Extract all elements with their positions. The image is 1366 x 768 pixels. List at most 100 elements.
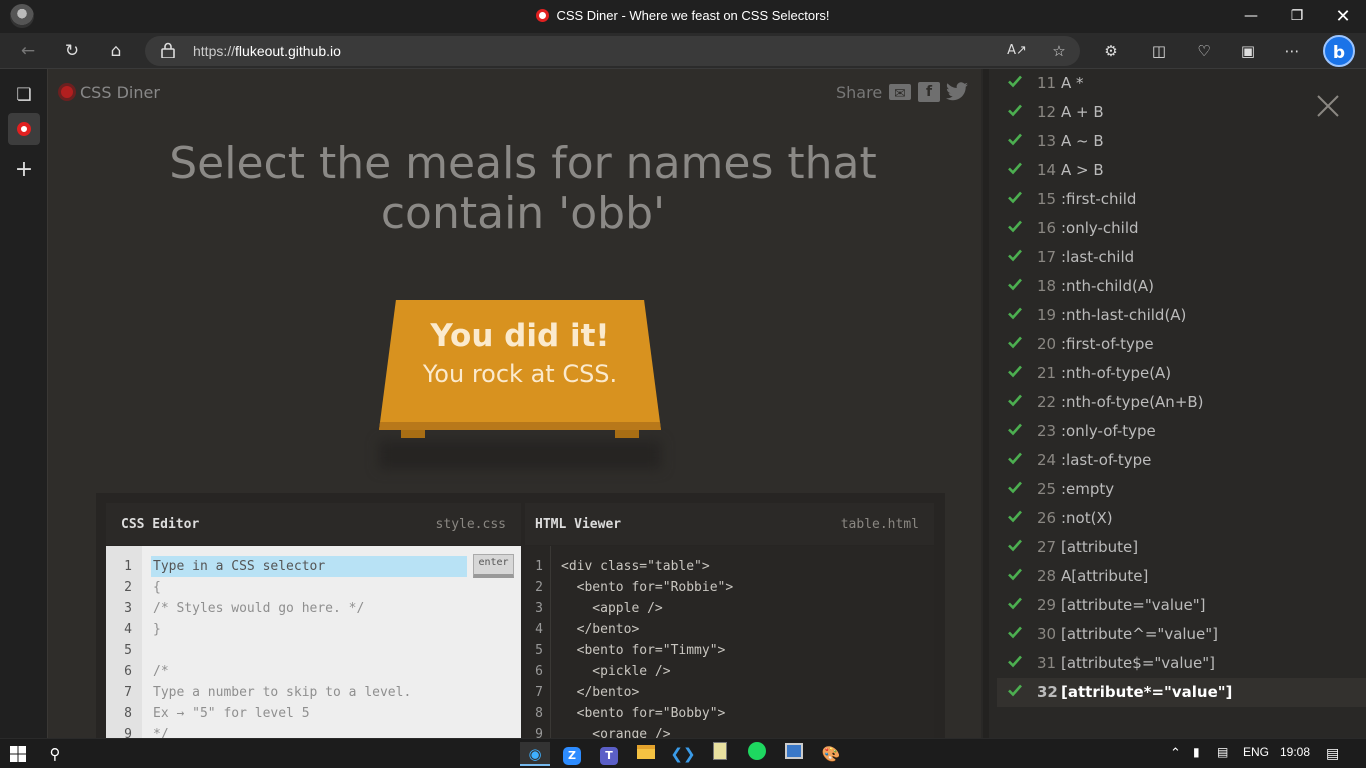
battery-icon[interactable]: ▮ <box>1193 745 1200 759</box>
network-icon[interactable]: ▤ <box>1217 745 1228 759</box>
css-code-line: /* <box>153 664 169 679</box>
vscode-taskbar-icon[interactable]: ❮❯ <box>668 742 698 766</box>
level-item[interactable]: 30 [attribute^="value"] <box>997 620 1366 649</box>
css-code-line: /* Styles would go here. */ <box>153 601 365 616</box>
tab-favicon-icon <box>536 9 550 22</box>
level-number: 23 <box>1037 422 1057 440</box>
new-tab-icon[interactable]: + <box>8 154 40 186</box>
home-icon[interactable]: ⌂ <box>102 37 130 65</box>
file-explorer-taskbar-icon[interactable] <box>631 742 661 766</box>
level-item[interactable]: 18:nth-child(A) <box>997 272 1366 301</box>
windows-start-icon[interactable] <box>10 746 26 762</box>
level-item[interactable]: 22:nth-of-type(An+B) <box>997 388 1366 417</box>
navigation-bar: ← ↻ ⌂ https://flukeout.github.io A↗ ☆ ⚙ … <box>0 33 1366 69</box>
level-item[interactable]: 11 A * <box>997 69 1366 98</box>
facebook-icon[interactable]: f <box>918 82 940 102</box>
html-viewer-header: HTML Viewer table.html <box>525 503 934 545</box>
css-editor-filename: style.css <box>435 517 506 532</box>
level-item[interactable]: 27 [attribute] <box>997 533 1366 562</box>
close-menu-icon[interactable] <box>1316 94 1340 118</box>
level-item[interactable]: 29 [attribute="value"] <box>997 591 1366 620</box>
paint-taskbar-icon[interactable]: 🎨 <box>816 742 846 766</box>
level-number: 25 <box>1037 480 1057 498</box>
search-icon[interactable]: ⚲ <box>40 742 70 766</box>
language-indicator[interactable]: ENG <box>1243 745 1269 759</box>
html-code-line[interactable]: <bento for="Bobby"> <box>561 706 726 721</box>
zoom-taskbar-icon[interactable]: Z <box>557 742 587 766</box>
edge-taskbar-icon[interactable]: ◉ <box>520 742 550 766</box>
minimize-button[interactable]: — <box>1228 0 1274 33</box>
collections-icon[interactable]: ▣ <box>1234 37 1262 65</box>
level-item[interactable]: 17:last-child <box>997 243 1366 272</box>
level-name: [attribute^="value"] <box>1061 625 1219 643</box>
level-item[interactable]: 28 A[attribute] <box>997 562 1366 591</box>
level-item[interactable]: 25:empty <box>997 475 1366 504</box>
refresh-icon[interactable]: ↻ <box>58 37 86 65</box>
level-number: 22 <box>1037 393 1057 411</box>
checkmark-icon <box>1008 626 1022 639</box>
teams-taskbar-icon[interactable]: T <box>594 742 624 766</box>
tab-actions-icon[interactable]: ❏ <box>8 79 40 111</box>
bing-copilot-icon[interactable]: b <box>1323 35 1355 67</box>
clock[interactable]: 19:08 <box>1280 745 1310 759</box>
back-arrow-icon[interactable]: ← <box>14 37 42 65</box>
tab-css-diner[interactable] <box>8 113 40 145</box>
level-name: A[attribute] <box>1061 567 1149 585</box>
level-item[interactable]: 19:nth-last-child(A) <box>997 301 1366 330</box>
level-number: 29 <box>1037 596 1057 614</box>
html-code-line[interactable]: <orange /> <box>561 727 670 738</box>
favorite-star-icon[interactable]: ☆ <box>1045 37 1073 65</box>
css-line-number: 1 <box>124 559 132 574</box>
level-item[interactable]: 26:not(X) <box>997 504 1366 533</box>
level-item[interactable]: 31 [attribute$="value"] <box>997 649 1366 678</box>
level-item[interactable]: 20:first-of-type <box>997 330 1366 359</box>
html-line-number: 8 <box>535 706 543 721</box>
notepad-taskbar-icon[interactable] <box>705 742 735 766</box>
html-code-line[interactable]: </bento> <box>561 685 640 700</box>
css-code-line: { <box>153 580 161 595</box>
level-item[interactable]: 24:last-of-type <box>997 446 1366 475</box>
css-line-gutter: 1 2 3 4 5 6 7 8 9 <box>106 546 142 738</box>
extensions-icon[interactable]: ⚙ <box>1097 37 1125 65</box>
level-number: 15 <box>1037 190 1057 208</box>
email-icon[interactable]: ✉ <box>889 84 911 102</box>
level-item[interactable]: 16:only-child <box>997 214 1366 243</box>
notifications-icon[interactable]: ▤ <box>1326 745 1339 762</box>
more-menu-icon[interactable]: ⋯ <box>1278 37 1306 65</box>
html-code-line[interactable]: <pickle /> <box>561 664 670 679</box>
checkmark-icon <box>1008 568 1022 581</box>
html-viewer-body: 1 2 3 4 5 6 7 8 9 <div class="table"> <bento for… <box>525 546 934 738</box>
html-viewer: HTML Viewer table.html 1 2 3 4 5 6 7 8 9 <div cl… <box>525 503 934 738</box>
enter-button[interactable]: enter <box>473 554 514 578</box>
address-bar[interactable]: https://flukeout.github.io A↗ ☆ <box>145 36 1080 66</box>
checkmark-icon <box>1008 220 1022 233</box>
level-item[interactable]: 12 A + B <box>997 98 1366 127</box>
site-logo[interactable]: CSS Diner <box>58 83 160 102</box>
twitter-icon[interactable] <box>945 82 969 102</box>
show-hidden-icons-icon[interactable]: ⌃ <box>1170 745 1181 761</box>
level-number: 21 <box>1037 364 1057 382</box>
level-item[interactable]: 14 A > B <box>997 156 1366 185</box>
html-code-line[interactable]: <bento for="Timmy"> <box>561 643 726 658</box>
css-line-number: 4 <box>124 622 132 637</box>
html-code-line[interactable]: <div class="table"> <box>561 559 710 574</box>
spotify-taskbar-icon[interactable] <box>742 742 772 766</box>
level-item[interactable]: 21:nth-of-type(A) <box>997 359 1366 388</box>
browser-essentials-icon[interactable]: ♡ <box>1190 37 1218 65</box>
level-item[interactable]: 15:first-child <box>997 185 1366 214</box>
level-item[interactable]: 23:only-of-type <box>997 417 1366 446</box>
remote-desktop-taskbar-icon[interactable] <box>779 742 809 766</box>
level-item[interactable]: 32 [attribute*="value"] <box>997 678 1366 707</box>
html-code-line[interactable]: <bento for="Robbie"> <box>561 580 734 595</box>
css-selector-input[interactable] <box>151 556 467 577</box>
level-list-panel: 11 A * 12 A + B 13 A ~ B 14 A > B 15:first-child… <box>983 69 1366 738</box>
html-code-line[interactable]: <apple /> <box>561 601 662 616</box>
table-edge <box>379 422 661 430</box>
level-item[interactable]: 13 A ~ B <box>997 127 1366 156</box>
split-screen-icon[interactable]: ◫ <box>1145 37 1173 65</box>
html-code-line[interactable]: </bento> <box>561 622 640 637</box>
close-window-button[interactable]: ✕ <box>1320 0 1366 33</box>
read-aloud-icon[interactable]: A↗ <box>1003 37 1031 65</box>
restore-button[interactable]: ❐ <box>1274 0 1320 33</box>
level-name: A + B <box>1061 103 1104 121</box>
